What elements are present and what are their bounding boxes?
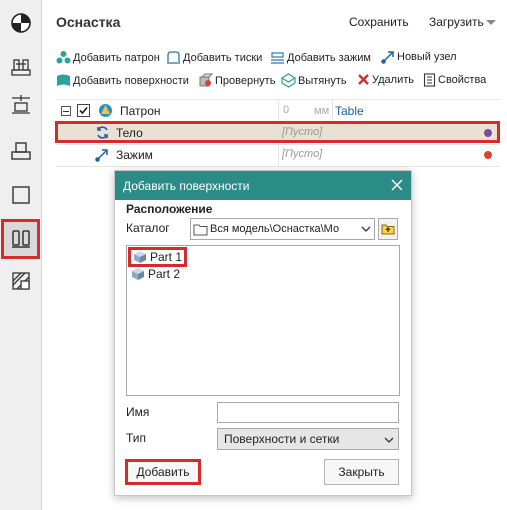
tree-label-clamp: Зажим [116,148,153,162]
new-node-button[interactable]: Новый узел [381,50,457,64]
delete-label: Удалить [372,73,414,86]
name-label: Имя [126,405,150,419]
folder-icon [193,224,208,235]
close-icon[interactable] [391,179,403,191]
node-arrow-icon [95,149,108,162]
properties-icon [423,73,436,87]
type-select[interactable]: Поверхности и сетки [217,428,399,450]
folder-up-button[interactable] [378,218,398,240]
add-vise-label: Добавить тиски [183,51,263,64]
add-surfaces-button[interactable]: Добавить поверхности [56,73,189,88]
tree-row-body[interactable]: Тело [Пусто] [56,122,500,144]
dialog-title-bar: Добавить поверхности [115,171,411,200]
location-heading: Расположение [126,202,213,216]
list-item-part-1[interactable]: Part 1 [128,247,188,267]
save-button[interactable]: Сохранить [349,15,409,29]
fixture-icon[interactable] [4,50,38,84]
catalog-value: Вся модель\Оснастка\Мо [210,223,340,235]
extrude-icon [281,73,296,88]
part-label: Part 1 [150,250,183,264]
chuck-icon [56,51,71,64]
rotate-button[interactable]: Провернуть [198,73,275,88]
cube-icon [134,251,146,263]
chuck-unit: мм [314,105,330,117]
add-vise-button[interactable]: Добавить тиски [166,50,262,65]
visibility-checkbox[interactable] [77,104,90,117]
add-chuck-label: Добавить патрон [73,51,160,64]
collapse-icon[interactable] [61,106,71,116]
vise-icon [167,51,180,64]
add-clamp-button[interactable]: Добавить зажим [270,50,371,65]
list-item-part-2[interactable]: Part 2 [131,266,180,282]
target-icon[interactable] [4,6,38,40]
chuck-table-link[interactable]: Table [335,104,364,118]
catalog-select[interactable]: Вся модель\Оснастка\Мо [190,218,375,240]
new-node-label: Новый узел [397,51,457,63]
extrude-label: Вытянуть [298,74,347,87]
tree-label-body: Тело [116,126,143,140]
clamp-status-dot [484,151,492,159]
tree-row-clamp[interactable]: Зажим [Пусто] [56,144,500,166]
node-arrow-icon [381,51,394,64]
base-icon[interactable] [4,134,38,168]
cube-icon [132,268,144,280]
close-button-label: Закрыть [338,465,385,479]
clamp-icon[interactable] [1,219,40,259]
dialog-title: Добавить поверхности [123,178,250,193]
add-surfaces-dialog: Добавить поверхности Расположение Катало… [114,170,412,496]
left-toolbar [0,0,42,510]
clamp-value[interactable]: [Пусто] [282,148,322,160]
add-chuck-button[interactable]: Добавить патрон [56,50,160,65]
chevron-down-icon [384,437,394,443]
tree-bottom-divider [56,166,500,167]
panel-title: Оснастка [56,14,121,30]
align-icon[interactable] [4,88,38,122]
rotate-label: Провернуть [215,74,276,87]
section-icon[interactable] [4,264,38,298]
properties-button[interactable]: Свойства [423,73,486,87]
chuck-node-icon [99,104,112,117]
chevron-down-icon [485,20,496,26]
surface-icon [57,74,70,86]
type-label: Тип [126,431,147,445]
delete-icon [358,74,369,85]
chevron-down-icon [361,226,371,232]
part-label: Part 2 [148,267,181,281]
tree-row-chuck[interactable]: Патрон 0 мм Table [56,100,500,122]
clamp-small-icon [271,52,284,64]
body-status-dot [484,129,492,137]
properties-label: Свойства [438,74,487,86]
folder-up-icon [381,224,395,235]
add-clamp-label: Добавить зажим [287,51,371,64]
add-button-label: Добавить [136,465,190,479]
save-label: Сохранить [349,15,409,29]
parts-list[interactable]: Part 1 Part 2 [126,245,400,396]
type-value: Поверхности и сетки [224,432,340,446]
add-surfaces-label: Добавить поверхности [73,74,189,87]
tree-label-chuck: Патрон [120,104,161,118]
square-icon[interactable] [4,178,38,212]
chuck-value[interactable]: 0 [283,104,289,116]
add-button[interactable]: Добавить [125,459,201,485]
name-input[interactable] [217,402,399,423]
load-dropdown[interactable]: Загрузить [429,15,496,29]
load-label: Загрузить [429,15,484,29]
sync-icon [97,126,108,139]
rotate-icon [199,73,213,87]
delete-button[interactable]: Удалить [357,73,414,86]
catalog-label: Каталог [126,221,170,235]
extrude-button[interactable]: Вытянуть [281,73,347,88]
body-value[interactable]: [Пусто] [282,126,322,138]
close-button[interactable]: Закрыть [324,459,399,485]
